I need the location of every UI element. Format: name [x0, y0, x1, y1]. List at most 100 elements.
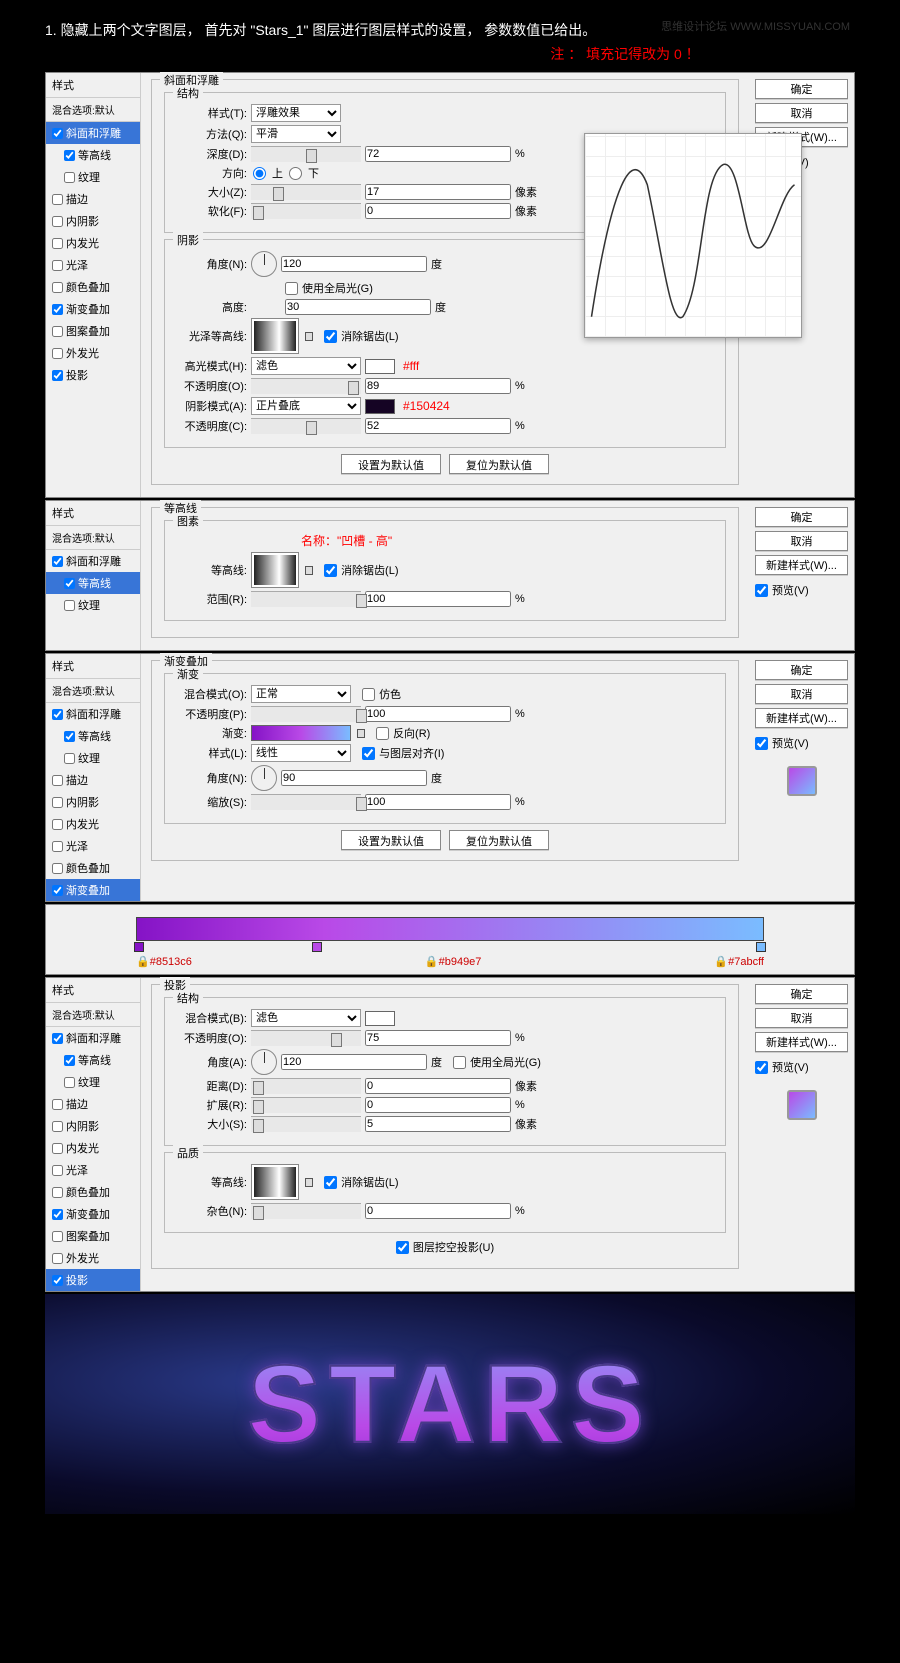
sidebar-item-pattern-overlay[interactable]: 图案叠加	[46, 320, 140, 342]
cancel-button[interactable]: 取消	[755, 1008, 848, 1028]
grad-style-select[interactable]: 线性	[251, 744, 351, 762]
angle-dial[interactable]	[251, 765, 277, 791]
contour-swatch[interactable]	[251, 552, 299, 588]
dir-down-radio[interactable]	[289, 167, 302, 180]
cancel-button[interactable]: 取消	[755, 103, 848, 123]
style-select[interactable]: 浮雕效果	[251, 104, 341, 122]
depth-slider[interactable]	[251, 146, 361, 162]
hl-mode-select[interactable]: 滤色	[251, 357, 361, 375]
ds-angle-dial[interactable]	[251, 1049, 277, 1075]
ds-noise-slider[interactable]	[251, 1203, 361, 1219]
range-input[interactable]	[365, 591, 511, 607]
sidebar-item-color-overlay[interactable]: 颜色叠加	[46, 276, 140, 298]
aa-checkbox[interactable]	[324, 564, 337, 577]
dither-checkbox[interactable]	[362, 688, 375, 701]
ok-button[interactable]: 确定	[755, 79, 848, 99]
angle-input[interactable]	[281, 770, 427, 786]
ds-dist-slider[interactable]	[251, 1078, 361, 1094]
ds-opacity-input[interactable]	[365, 1030, 511, 1046]
ds-noise-input[interactable]	[365, 1203, 511, 1219]
sidebar-item-drop-shadow[interactable]: 投影	[46, 364, 140, 386]
sidebar-item-outer-glow[interactable]: 外发光	[46, 342, 140, 364]
hl-color-swatch[interactable]	[365, 359, 395, 374]
ds-spread-slider[interactable]	[251, 1097, 361, 1113]
gradient-bar[interactable]	[136, 917, 764, 941]
chevron-down-icon[interactable]	[305, 332, 313, 341]
knockout-checkbox[interactable]	[396, 1241, 409, 1254]
align-checkbox[interactable]	[362, 747, 375, 760]
hl-op-input[interactable]	[365, 378, 511, 394]
new-style-button[interactable]: 新建样式(W)...	[755, 708, 848, 728]
hl-op-slider[interactable]	[251, 378, 361, 394]
make-default-button[interactable]: 设置为默认值	[341, 830, 441, 850]
ds-size-slider[interactable]	[251, 1116, 361, 1132]
soften-input[interactable]	[365, 203, 511, 219]
sidebar-item-contour[interactable]: 等高线	[46, 572, 140, 594]
gradient-stop-1[interactable]	[134, 942, 144, 952]
size-input[interactable]	[365, 184, 511, 200]
sidebar-item-texture[interactable]: 纹理	[46, 166, 140, 188]
sh-mode-select[interactable]: 正片叠底	[251, 397, 361, 415]
gradient-swatch[interactable]	[251, 725, 351, 741]
sh-op-slider[interactable]	[251, 418, 361, 434]
method-select[interactable]: 平滑	[251, 125, 341, 143]
sh-color-swatch[interactable]	[365, 399, 395, 414]
sidebar-item-drop-shadow[interactable]: 投影	[46, 1269, 140, 1291]
ds-dist-input[interactable]	[365, 1078, 511, 1094]
ds-blend-select[interactable]: 滤色	[251, 1009, 361, 1027]
altitude-input[interactable]	[285, 299, 431, 315]
opacity-input[interactable]	[365, 706, 511, 722]
make-default-button[interactable]: 设置为默认值	[341, 454, 441, 474]
sidebar-item-contour[interactable]: 等高线	[46, 144, 140, 166]
new-style-button[interactable]: 新建样式(W)...	[755, 1032, 848, 1052]
sh-op-input[interactable]	[365, 418, 511, 434]
sidebar-item-inner-shadow[interactable]: 内阴影	[46, 210, 140, 232]
reset-default-button[interactable]: 复位为默认值	[449, 454, 549, 474]
ds-angle-input[interactable]	[281, 1054, 427, 1070]
ok-button[interactable]: 确定	[755, 984, 848, 1004]
ds-spread-input[interactable]	[365, 1097, 511, 1113]
reverse-checkbox[interactable]	[376, 727, 389, 740]
blend-select[interactable]: 正常	[251, 685, 351, 703]
sidebar-item-bevel[interactable]: 斜面和浮雕	[46, 122, 140, 144]
depth-input[interactable]	[365, 146, 511, 162]
ds-contour-swatch[interactable]	[251, 1164, 299, 1200]
ds-global-checkbox[interactable]	[453, 1056, 466, 1069]
chevron-down-icon[interactable]	[305, 1178, 313, 1187]
chevron-down-icon[interactable]	[357, 729, 365, 738]
sidebar-item-bevel[interactable]: 斜面和浮雕	[46, 550, 140, 572]
sidebar-item-inner-glow[interactable]: 内发光	[46, 232, 140, 254]
global-light-checkbox[interactable]	[285, 282, 298, 295]
new-style-button[interactable]: 新建样式(W)...	[755, 555, 848, 575]
gloss-contour-swatch[interactable]	[251, 318, 299, 354]
reset-default-button[interactable]: 复位为默认值	[449, 830, 549, 850]
ds-opacity-slider[interactable]	[251, 1030, 361, 1046]
ds-size-input[interactable]	[365, 1116, 511, 1132]
aa-checkbox[interactable]	[324, 330, 337, 343]
sidebar-item-texture[interactable]: 纹理	[46, 594, 140, 616]
sidebar-item-satin[interactable]: 光泽	[46, 254, 140, 276]
gradient-stop-3[interactable]	[756, 942, 766, 952]
ok-button[interactable]: 确定	[755, 660, 848, 680]
cancel-button[interactable]: 取消	[755, 531, 848, 551]
sidebar-item-gradient-overlay[interactable]: 渐变叠加	[46, 298, 140, 320]
sidebar-item-stroke[interactable]: 描边	[46, 188, 140, 210]
size-slider[interactable]	[251, 184, 361, 200]
dir-up-radio[interactable]	[253, 167, 266, 180]
ds-aa-checkbox[interactable]	[324, 1176, 337, 1189]
angle-input[interactable]	[281, 256, 427, 272]
range-slider[interactable]	[251, 591, 361, 607]
chevron-down-icon[interactable]	[305, 566, 313, 575]
ok-button[interactable]: 确定	[755, 507, 848, 527]
gloss-label: 光泽等高线:	[177, 328, 247, 344]
cancel-button[interactable]: 取消	[755, 684, 848, 704]
scale-input[interactable]	[365, 794, 511, 810]
soften-slider[interactable]	[251, 203, 361, 219]
sidebar-item-gradient-overlay[interactable]: 渐变叠加	[46, 879, 140, 901]
angle-dial[interactable]	[251, 251, 277, 277]
gradient-stop-2[interactable]	[312, 942, 322, 952]
blend-options[interactable]: 混合选项:默认	[46, 98, 140, 122]
ds-color-swatch[interactable]	[365, 1011, 395, 1026]
opacity-slider[interactable]	[251, 706, 361, 722]
scale-slider[interactable]	[251, 794, 361, 810]
